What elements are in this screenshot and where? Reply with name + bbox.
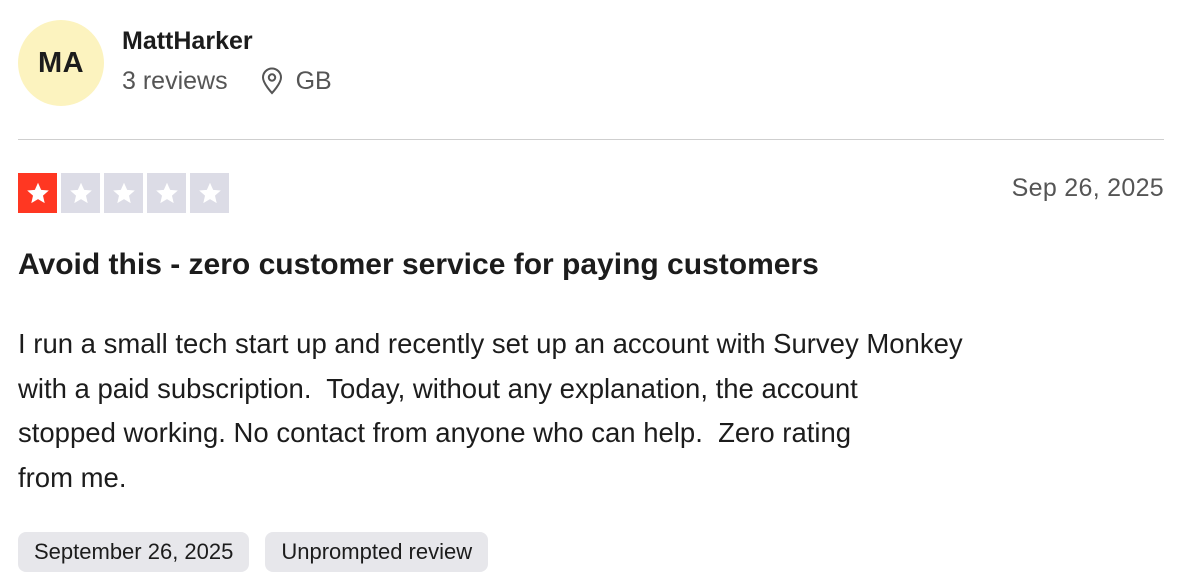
reviews-count: 3 reviews <box>122 66 228 95</box>
reviewer-header: MA MattHarker 3 reviews GB <box>18 20 332 106</box>
reviewer-location: GB <box>295 66 332 95</box>
review-card: MA MattHarker 3 reviews GB Sep 26, 2025 … <box>0 0 1184 582</box>
experience-date-tag: September 26, 2025 <box>18 532 250 572</box>
review-date: Sep 26, 2025 <box>1011 174 1164 202</box>
review-body-line: from me. <box>18 461 127 493</box>
review-title[interactable]: Avoid this - zero customer service for p… <box>18 248 819 282</box>
review-body-line: with a paid subscription. Today, without… <box>18 372 858 404</box>
star-icon-2 <box>61 173 100 213</box>
star-icon-1 <box>18 173 57 213</box>
avatar[interactable]: MA <box>18 20 104 106</box>
review-tags: September 26, 2025 Unprompted review <box>18 532 489 572</box>
star-rating <box>18 173 229 213</box>
star-icon-4 <box>147 173 186 213</box>
review-body: I run a small tech start up and recently… <box>18 322 1168 500</box>
review-type-tag[interactable]: Unprompted review <box>265 532 489 572</box>
reviewer-meta: 3 reviews GB <box>122 67 332 96</box>
review-body-line: stopped working. No contact from anyone … <box>18 417 852 449</box>
star-icon-5 <box>190 173 229 213</box>
divider <box>18 139 1164 140</box>
reviewer-name[interactable]: MattHarker <box>122 25 332 57</box>
location-pin-icon <box>260 67 284 95</box>
star-icon-3 <box>104 173 143 213</box>
review-body-line: I run a small tech start up and recently… <box>18 328 963 359</box>
reviewer-info: MattHarker 3 reviews GB <box>122 27 332 96</box>
